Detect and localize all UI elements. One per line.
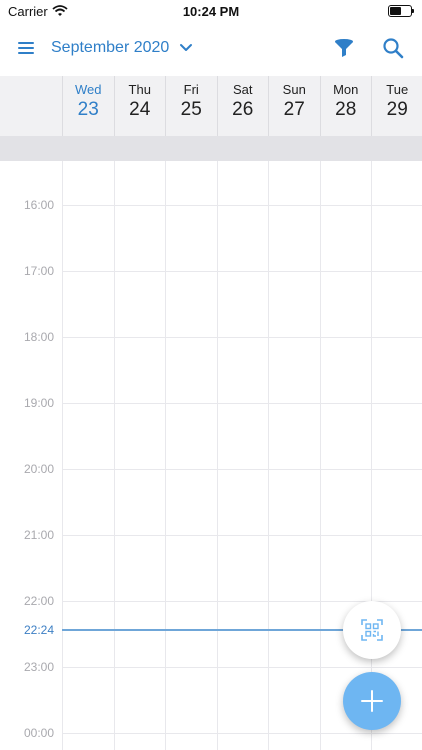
day-column-header[interactable]: Sun 27 xyxy=(268,76,320,136)
hour-label: 21:00 xyxy=(24,528,55,542)
hour-gridline xyxy=(62,667,422,668)
day-name: Mon xyxy=(333,82,359,97)
all-day-events-band[interactable] xyxy=(0,136,422,161)
day-name: Fri xyxy=(183,82,199,97)
day-column-header[interactable]: Sat 26 xyxy=(216,76,269,136)
search-icon[interactable] xyxy=(382,37,404,59)
day-name: Wed xyxy=(75,82,102,97)
day-column-header[interactable]: Mon 28 xyxy=(319,76,372,136)
scan-button[interactable] xyxy=(343,601,401,659)
hour-gridline xyxy=(62,337,422,338)
day-name: Thu xyxy=(128,82,151,97)
battery-icon xyxy=(388,5,414,17)
day-column-header[interactable]: Thu 24 xyxy=(113,76,166,136)
grid-column-divider xyxy=(113,161,115,750)
hour-label: 16:00 xyxy=(24,198,55,212)
status-time: 10:24 PM xyxy=(182,4,240,19)
grid-column-divider xyxy=(268,161,269,750)
current-time-label: 22:24 xyxy=(24,623,55,637)
hour-gridline xyxy=(62,205,422,206)
day-number: 26 xyxy=(232,99,254,120)
day-number: 25 xyxy=(180,99,202,120)
hour-label: 19:00 xyxy=(24,396,55,410)
day-number: 28 xyxy=(335,99,357,120)
day-name: Sat xyxy=(232,82,253,97)
day-name: Tue xyxy=(386,82,409,97)
hour-gridline xyxy=(62,403,422,404)
add-event-button[interactable] xyxy=(343,672,401,730)
grid-column-divider xyxy=(319,161,321,750)
grid-column-divider xyxy=(371,161,372,750)
hour-gridline xyxy=(62,271,422,272)
hour-label: 00:00 xyxy=(24,726,55,740)
chevron-down-icon[interactable] xyxy=(178,41,194,55)
hour-gridline xyxy=(62,733,422,734)
plus-icon xyxy=(361,690,383,712)
grid-column-divider xyxy=(165,161,166,750)
hour-gridline xyxy=(62,469,422,470)
day-number: 23 xyxy=(77,99,99,120)
hour-label: 18:00 xyxy=(24,330,55,344)
filter-icon[interactable] xyxy=(333,37,355,59)
day-name: Sun xyxy=(282,82,306,97)
day-column-header[interactable]: Fri 25 xyxy=(165,76,217,136)
week-day-header: Wed 23 Thu 24 Fri 25 Sat 26 Sun 27 Mon 2… xyxy=(0,76,422,136)
month-selector[interactable]: September 2020 xyxy=(51,39,169,57)
hour-label: 22:00 xyxy=(24,594,55,608)
hour-gridline xyxy=(62,535,422,536)
day-number: 29 xyxy=(386,99,408,120)
toolbar: September 2020 xyxy=(0,24,422,74)
scan-icon xyxy=(361,619,383,641)
day-number: 27 xyxy=(283,99,305,120)
grid-column-divider xyxy=(216,161,218,750)
day-column-header[interactable]: Wed 23 xyxy=(62,76,114,136)
day-column-header[interactable]: Tue 29 xyxy=(371,76,422,136)
grid-column-divider xyxy=(62,161,63,750)
day-number: 24 xyxy=(129,99,151,120)
time-grid[interactable]: 16:00 17:00 18:00 19:00 20:00 21:00 22:0… xyxy=(0,161,422,750)
hour-label: 17:00 xyxy=(24,264,55,278)
hour-label: 23:00 xyxy=(24,660,55,674)
hour-label: 20:00 xyxy=(24,462,55,476)
status-bar: Carrier 10:24 PM xyxy=(0,0,422,24)
menu-icon[interactable] xyxy=(16,39,38,59)
